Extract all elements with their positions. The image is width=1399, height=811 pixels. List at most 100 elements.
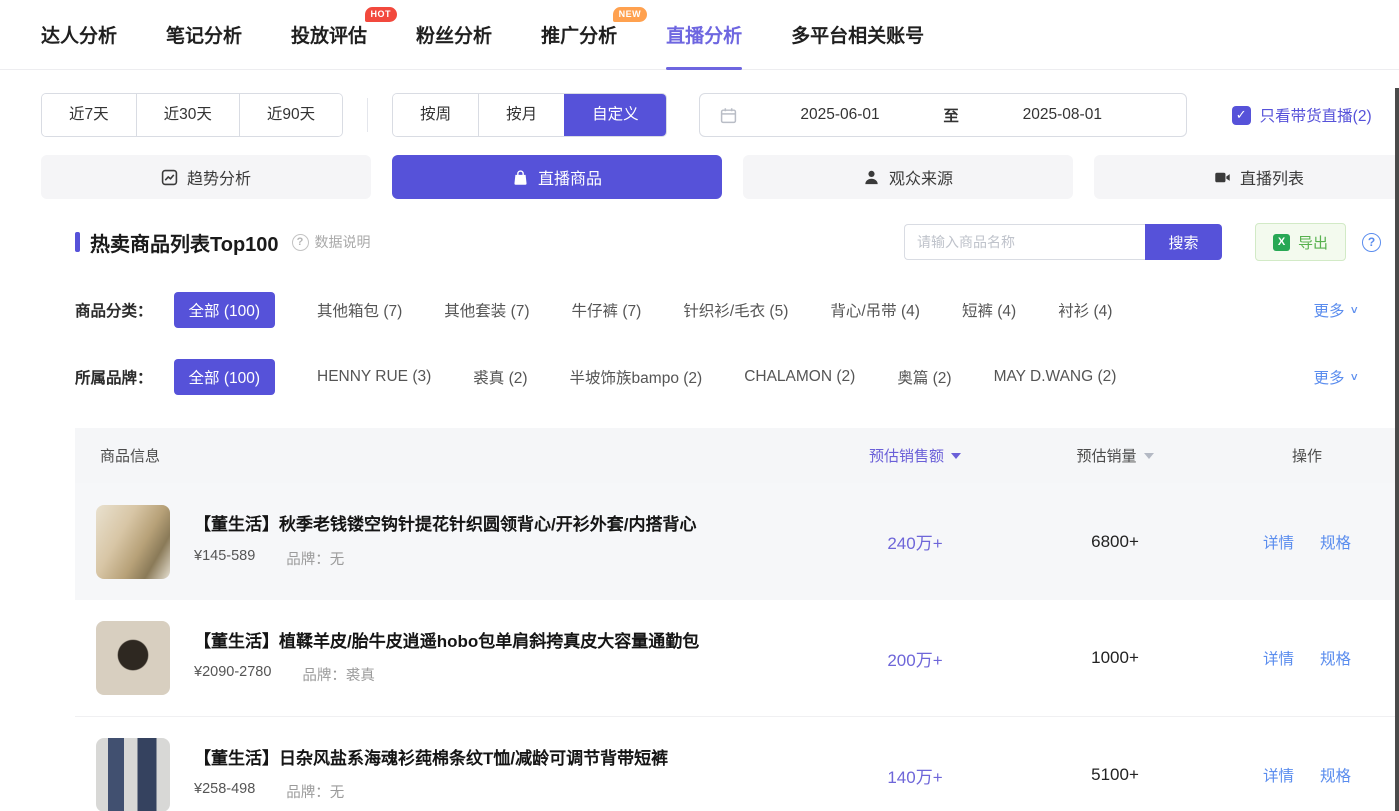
brand-filter-row: 所属品牌： 全部 (100) HENNY RUE (3) 裘真 (2) 半坡饰族…	[75, 359, 1399, 395]
product-brand: 品牌：裘真	[302, 668, 375, 685]
product-price: ¥2090-2780	[194, 664, 272, 681]
table-row: 【董生活】日杂风盐系海魂衫莼棉条纹T恤/减龄可调节背带短裤 ¥258-498 品…	[75, 717, 1399, 811]
ecommerce-live-only-checkbox[interactable]: ✓ 只看带货直播(2)	[1231, 104, 1372, 126]
custom-range-button[interactable]: 自定义	[564, 94, 666, 136]
product-image[interactable]	[96, 504, 170, 579]
category-chip[interactable]: 背心/吊带 (4)	[830, 299, 920, 321]
page-title: 热卖商品列表Top100	[90, 233, 279, 256]
estimated-sales-value: 240万+	[887, 534, 943, 553]
end-date-value[interactable]: 2025-08-01	[959, 106, 1166, 124]
period-mode-group: 按周 按月 自定义	[392, 93, 667, 137]
tab-trend-analysis[interactable]: 趋势分析	[41, 155, 371, 199]
nav-item-promotion-analysis[interactable]: 推广分析 NEW	[541, 0, 648, 70]
header-estimated-sales[interactable]: 预估销售额	[815, 445, 1015, 466]
product-title[interactable]: 【董生活】秋季老钱镂空钩针提花针织圆领背心/开衫外套/内搭背心	[194, 514, 696, 536]
category-chip[interactable]: 衬衫 (4)	[1058, 299, 1112, 321]
category-chip[interactable]: 牛仔裤 (7)	[572, 299, 642, 321]
category-more-link[interactable]: 更多 ∨	[1313, 299, 1359, 321]
brand-chip[interactable]: 半坡饰族bampo (2)	[570, 366, 703, 388]
range-90d-button[interactable]: 近90天	[238, 94, 343, 136]
search-button[interactable]: 搜索	[1144, 224, 1222, 260]
product-brand: 品牌：无	[286, 785, 345, 802]
header-product-info: 商品信息	[100, 448, 161, 465]
product-cell: 【董生活】植鞣羊皮/胎牛皮逍遥hobo包单肩斜挎真皮大容量通勤包 ¥2090-2…	[75, 621, 815, 695]
detail-link[interactable]: 详情	[1263, 764, 1294, 786]
brand-more-link[interactable]: 更多 ∨	[1313, 366, 1359, 388]
brand-chip[interactable]: MAY D.WANG (2)	[994, 368, 1117, 386]
category-all-pill[interactable]: 全部 (100)	[173, 292, 276, 328]
tab-audience-source[interactable]: 观众来源	[743, 155, 1073, 199]
category-chip[interactable]: 短裤 (4)	[962, 299, 1016, 321]
tab-live-products[interactable]: 直播商品	[392, 155, 722, 199]
header-actions: 搜索 X 导出 ?	[903, 223, 1381, 261]
nav-item-placement-evaluation[interactable]: 投放评估 HOT	[291, 0, 398, 70]
brand-chip[interactable]: HENNY RUE (3)	[317, 368, 431, 386]
category-chip[interactable]: 针织衫/毛衣 (5)	[683, 299, 788, 321]
spec-link[interactable]: 规格	[1320, 531, 1351, 553]
brand-chip[interactable]: 裘真 (2)	[473, 366, 527, 388]
product-price: ¥258-498	[194, 781, 256, 798]
category-chip[interactable]: 其他箱包 (7)	[317, 299, 402, 321]
estimated-volume-value: 6800+	[1091, 531, 1139, 551]
by-week-button[interactable]: 按周	[393, 94, 479, 136]
brand-all-pill[interactable]: 全部 (100)	[173, 359, 276, 395]
active-tab-underline	[666, 66, 743, 70]
estimated-sales-value: 200万+	[887, 650, 943, 670]
quick-range-group: 近7天 近30天 近90天	[41, 93, 344, 137]
product-title[interactable]: 【董生活】植鞣羊皮/胎牛皮逍遥hobo包单肩斜挎真皮大容量通勤包	[194, 631, 699, 653]
nav-item-note-analysis[interactable]: 笔记分析	[166, 0, 242, 70]
date-filter-row: 近7天 近30天 近90天 按周 按月 自定义 2025-06-01 至 202…	[41, 93, 1399, 137]
audience-icon	[865, 170, 878, 184]
sort-icon	[1143, 452, 1154, 459]
divider	[367, 98, 369, 132]
category-filter-label: 商品分类：	[75, 303, 153, 320]
product-image[interactable]	[96, 738, 170, 811]
hot-products-table: 商品信息 预估销售额 预估销量 操作 【董生活】秋季老钱镂空钩针提花针织圆领背心…	[75, 428, 1399, 811]
spec-link[interactable]: 规格	[1320, 764, 1351, 786]
chevron-down-icon: ∨	[1349, 303, 1359, 316]
export-button[interactable]: X 导出	[1254, 223, 1346, 261]
export-label: 导出	[1297, 234, 1328, 252]
nav-item-fans-analysis[interactable]: 粉丝分析	[416, 0, 492, 70]
nav-item-multiplatform-accounts[interactable]: 多平台相关账号	[791, 0, 924, 70]
range-7d-button[interactable]: 近7天	[42, 94, 136, 136]
header-estimated-volume[interactable]: 预估销量	[1015, 445, 1215, 466]
section-header: 热卖商品列表Top100 ? 数据说明 搜索 X 导出 ?	[75, 223, 1399, 261]
brand-filter-label: 所属品牌：	[75, 370, 153, 387]
nav-item-influencer-analysis[interactable]: 达人分析	[41, 0, 117, 70]
search-input[interactable]	[903, 224, 1145, 260]
brand-chip[interactable]: CHALAMON (2)	[744, 368, 855, 386]
chevron-down-icon: ∨	[1349, 370, 1359, 383]
detail-link[interactable]: 详情	[1263, 531, 1294, 553]
export-help-icon[interactable]: ?	[1362, 232, 1381, 252]
product-title[interactable]: 【董生活】日杂风盐系海魂衫莼棉条纹T恤/减龄可调节背带短裤	[194, 748, 668, 770]
brand-chip[interactable]: 奥篇 (2)	[897, 366, 951, 388]
estimated-sales-value: 140万+	[887, 767, 943, 787]
view-tabs: 趋势分析 直播商品 观众来源 直播列表	[0, 155, 1399, 199]
product-image[interactable]	[96, 621, 170, 695]
checkbox-label: 只看带货直播(2)	[1259, 108, 1372, 125]
product-price: ¥145-589	[194, 547, 256, 564]
by-month-button[interactable]: 按月	[478, 94, 565, 136]
date-range-picker[interactable]: 2025-06-01 至 2025-08-01	[698, 93, 1187, 137]
title-accent-bar	[75, 232, 80, 252]
spec-link[interactable]: 规格	[1320, 647, 1351, 669]
trend-chart-icon	[161, 169, 178, 185]
header-actions: 操作	[1291, 448, 1322, 465]
range-30d-button[interactable]: 近30天	[135, 94, 239, 136]
estimated-volume-value: 5100+	[1091, 765, 1139, 784]
nav-item-live-analysis[interactable]: 直播分析	[666, 0, 743, 70]
date-to-label: 至	[943, 108, 959, 125]
live-video-icon	[1215, 172, 1230, 182]
category-chip[interactable]: 其他套装 (7)	[444, 299, 529, 321]
product-brand: 品牌：无	[286, 551, 345, 568]
excel-icon: X	[1272, 233, 1290, 251]
data-description-link[interactable]: 数据说明	[315, 232, 371, 252]
table-row: 【董生活】植鞣羊皮/胎牛皮逍遥hobo包单肩斜挎真皮大容量通勤包 ¥2090-2…	[75, 600, 1399, 717]
product-search: 搜索	[903, 224, 1222, 260]
start-date-value[interactable]: 2025-06-01	[737, 106, 944, 124]
detail-link[interactable]: 详情	[1263, 647, 1294, 669]
tab-live-list[interactable]: 直播列表	[1094, 155, 1399, 199]
table-header: 商品信息 预估销售额 预估销量 操作	[75, 428, 1399, 483]
data-help-icon[interactable]: ?	[291, 233, 309, 251]
